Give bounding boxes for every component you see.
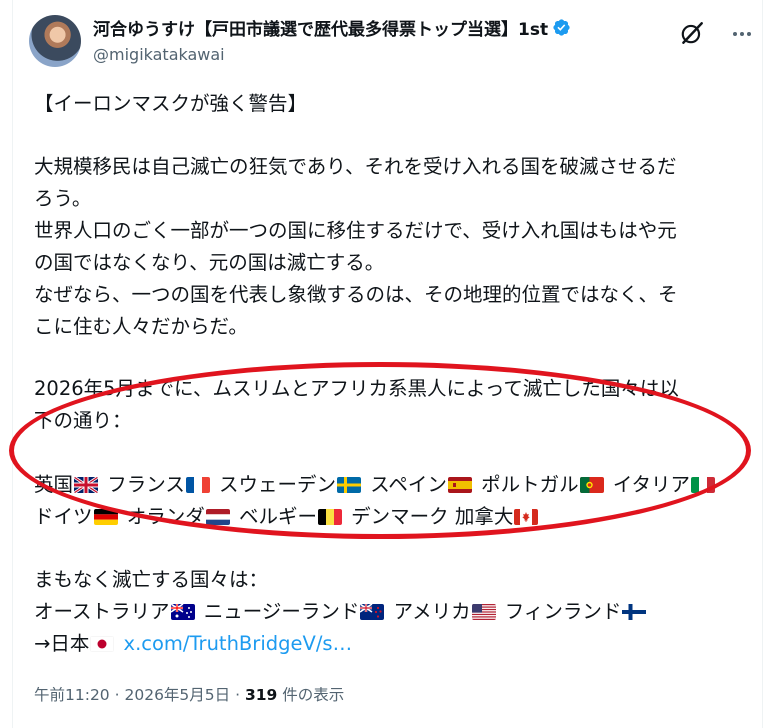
post-meta: 午前11:20 · 2026年5月5日 · 319 件の表示 [34, 683, 344, 705]
right-border [762, 0, 763, 728]
avatar[interactable] [29, 15, 81, 67]
views-label: 件の表示 [282, 686, 345, 704]
post-date[interactable]: 2026年5月5日 [124, 686, 230, 704]
text-line: 大規模移民は自己滅亡の狂気であり、それを受け入れる国を破滅させるだ [34, 155, 677, 178]
left-border [12, 0, 13, 728]
meta-separator: · [114, 686, 120, 704]
paragraph-1: 大規模移民は自己滅亡の狂気であり、それを受け入れる国を破滅させるだ ろう。 世界… [34, 151, 754, 343]
country-name: ドイツ [34, 505, 93, 528]
red-highlight-circle [9, 362, 751, 539]
newzealand-flag-icon [360, 604, 385, 620]
text-line: ろう。 [34, 187, 92, 210]
country-name: アメリカ [393, 600, 471, 623]
country-name: フィンランド [504, 600, 622, 623]
country-name: ニュージーランド [203, 600, 360, 623]
text-line: 世界人口のごく一部が一つの国に移住するだけで、受け入れ国はもはや元 [34, 219, 677, 242]
post-frame: 河合ゆうすけ【戸田市議選で歴代最多得票トップ当選】1st @migikataka… [0, 0, 779, 728]
author-name[interactable]: 河合ゆうすけ【戸田市議選で歴代最多得票トップ当選】1st [93, 15, 548, 40]
australia-flag-icon [170, 604, 195, 620]
more-icon[interactable] [730, 22, 754, 46]
verified-badge-icon [553, 18, 570, 36]
grok-icon[interactable] [679, 20, 705, 46]
paragraph-3: まもなく滅亡する国々は： [34, 568, 269, 591]
meta-separator: · [235, 686, 241, 704]
view-count: 319 [244, 686, 278, 704]
soon-countries-line-1: オーストラリア ニュージーランド アメリカ フィンランド [34, 596, 754, 628]
usa-flag-icon [471, 604, 496, 620]
finland-flag-icon [622, 604, 647, 620]
text-line: の国ではなくなり、元の国は滅亡する。 [34, 251, 385, 274]
post-title-line: 【イーロンマスクが強く警告】 [34, 92, 308, 115]
japan-prefix: →日本 [34, 632, 90, 655]
soon-countries-line-2: →日本 x.com/TruthBridgeV/s… [34, 628, 754, 660]
japan-flag-icon [90, 636, 115, 652]
author-handle[interactable]: @migikatakawai [93, 45, 225, 64]
author-row: 河合ゆうすけ【戸田市議選で歴代最多得票トップ当選】1st [93, 15, 571, 40]
country-name: オーストラリア [34, 600, 170, 623]
post-time[interactable]: 午前11:20 [34, 686, 110, 704]
post-link[interactable]: x.com/TruthBridgeV/s… [124, 632, 353, 655]
text-line: なぜなら、一つの国を代表し象徴するのは、その地理的位置ではなく、そ [34, 283, 678, 306]
text-line: こに住む人々だからだ。 [34, 315, 248, 338]
